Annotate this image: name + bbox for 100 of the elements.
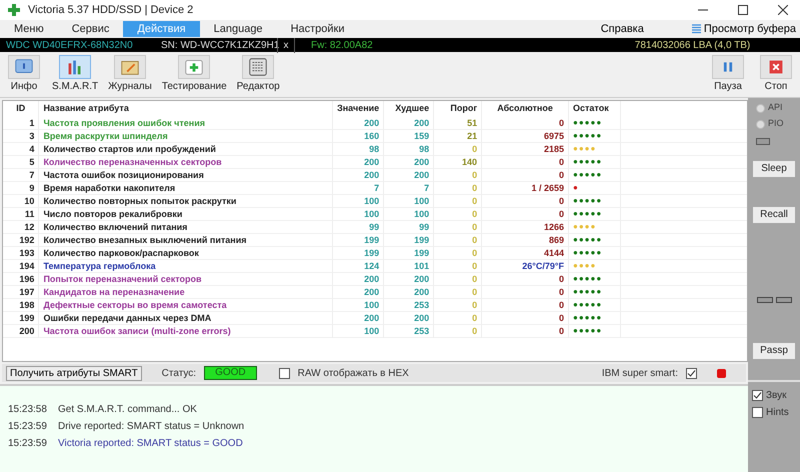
value-cell: 200: [332, 156, 384, 168]
value-cell: 200: [332, 272, 384, 286]
raw-value: 26°C/79°F: [482, 260, 568, 272]
raw-value: 0: [482, 312, 568, 324]
remaining-dots: ●: [568, 182, 620, 194]
column-header[interactable]: Название атрибута: [38, 101, 333, 117]
checkbox-label: IBM super smart:: [602, 366, 678, 380]
remaining-dots: ●●●●●: [568, 168, 620, 182]
recall-button[interactable]: Recall: [753, 207, 795, 223]
radio-label: API: [768, 101, 783, 114]
attribute-id: 199: [3, 312, 39, 324]
threshold-cell: 140: [434, 156, 482, 168]
attribute-name: Количество включений питания: [38, 220, 333, 234]
sleep-button[interactable]: Sleep: [753, 161, 795, 177]
window-title: Victoria 5.37 HDD/SSD | Device 2: [28, 2, 194, 18]
column-header[interactable]: Остаток: [568, 101, 620, 117]
raw-value: 0: [482, 298, 568, 312]
threshold-cell: 0: [434, 246, 482, 260]
attribute-name: Число повторов рекалибровки: [38, 208, 333, 220]
get-smart-button[interactable]: Получить атрибуты SMART: [6, 366, 142, 380]
toolbar-button[interactable]: Редактор: [236, 55, 280, 94]
toolbar-button[interactable]: Тестирование: [162, 55, 227, 94]
worst-cell: 98: [384, 142, 434, 156]
toolbar-button[interactable]: Журналы: [108, 55, 152, 94]
worst-cell: 200: [384, 286, 434, 298]
attribute-name: Количество стартов или пробуждений: [38, 142, 333, 156]
remaining-dots: ●●●●: [568, 220, 620, 234]
attribute-id: 12: [3, 220, 39, 234]
attribute-name: Количество повторных попыток раскрутки: [38, 194, 333, 208]
column-header[interactable]: Худшее: [384, 101, 434, 117]
close-icon[interactable]: [778, 5, 788, 15]
threshold-cell: 0: [434, 168, 482, 182]
worst-cell: 200: [384, 272, 434, 286]
threshold-cell: 0: [434, 298, 482, 312]
menu-item[interactable]: Просмотр буфера: [704, 20, 796, 38]
worst-cell: 159: [384, 130, 434, 142]
small-button[interactable]: [776, 297, 792, 303]
radio-button[interactable]: [756, 104, 765, 112]
worst-cell: 99: [384, 220, 434, 234]
menu-item[interactable]: Меню: [0, 21, 58, 37]
value-cell: 200: [332, 117, 384, 130]
toolbar-button[interactable]: S.M.A.R.T: [52, 55, 98, 94]
attribute-name: Количество парковок/распарковок: [38, 246, 333, 260]
menu-item[interactable]: Сервис: [58, 21, 124, 37]
remaining-dots: ●●●●●: [568, 246, 620, 260]
small-button[interactable]: [756, 297, 772, 303]
radio-button[interactable]: [756, 120, 765, 128]
column-header[interactable]: ID: [3, 101, 39, 117]
serial-number: SN: WD-WCC7K1ZKZ9H1: [160, 38, 277, 52]
attribute-id: 192: [3, 234, 39, 246]
capacity-text: 7814032066 LBA (4,0 TB): [634, 38, 752, 52]
attribute-name: Время наработки накопителя: [38, 182, 333, 194]
value-cell: 100: [332, 324, 384, 338]
attribute-id: 196: [3, 272, 39, 286]
maximize-icon[interactable]: [738, 5, 748, 15]
raw-value: 0: [482, 272, 568, 286]
remaining-dots: ●●●●●: [568, 194, 620, 208]
remaining-dots: ●●●●●: [568, 298, 620, 312]
cross-logo-icon: [8, 4, 20, 16]
attribute-id: 193: [3, 246, 39, 260]
remaining-dots: ●●●●●: [568, 117, 620, 130]
raw-value: 6975: [482, 130, 568, 142]
value-cell: 99: [332, 220, 384, 234]
attribute-id: 7: [3, 168, 39, 182]
raw-value: 2185: [482, 142, 568, 156]
value-cell: 100: [332, 194, 384, 208]
column-header[interactable]: Значение: [332, 101, 384, 117]
status-label: Статус:: [162, 366, 196, 380]
checkbox[interactable]: [686, 368, 697, 378]
attribute-id: 10: [3, 194, 39, 208]
checkbox[interactable]: [752, 390, 763, 401]
close-drive-button[interactable]: x: [277, 38, 295, 52]
value-cell: 200: [332, 168, 384, 182]
raw-value: 0: [482, 156, 568, 168]
remaining-dots: ●●●●●: [568, 130, 620, 142]
menu-item[interactable]: Language: [200, 21, 277, 37]
small-button[interactable]: [756, 138, 770, 145]
checkbox-label: Hints: [766, 406, 789, 420]
value-cell: 199: [332, 246, 384, 260]
column-header[interactable]: Порог: [434, 101, 482, 117]
checkbox[interactable]: [752, 407, 763, 418]
value-cell: 160: [332, 130, 384, 142]
checkbox[interactable]: [278, 368, 290, 378]
attribute-name: Частота ошибок записи (multi-zone errors): [38, 324, 333, 338]
column-header[interactable]: Абсолютное: [482, 101, 568, 117]
threshold-cell: 0: [434, 234, 482, 246]
raw-value: 0: [482, 208, 568, 220]
menu-item[interactable]: Справка: [592, 20, 652, 38]
menu-item[interactable]: Настройки: [276, 21, 358, 37]
worst-cell: 200: [384, 117, 434, 130]
threshold-cell: 0: [434, 272, 482, 286]
threshold-cell: 0: [434, 142, 482, 156]
log-time: 15:23:59: [8, 437, 48, 451]
threshold-cell: 0: [434, 182, 482, 194]
worst-cell: 199: [384, 246, 434, 260]
firmware-version: Fw: 82.00A82: [310, 38, 374, 52]
attribute-id: 11: [3, 208, 39, 220]
remaining-dots: ●●●●●: [568, 324, 620, 338]
passp-button[interactable]: Passp: [753, 343, 795, 359]
attribute-id: 3: [3, 130, 39, 142]
